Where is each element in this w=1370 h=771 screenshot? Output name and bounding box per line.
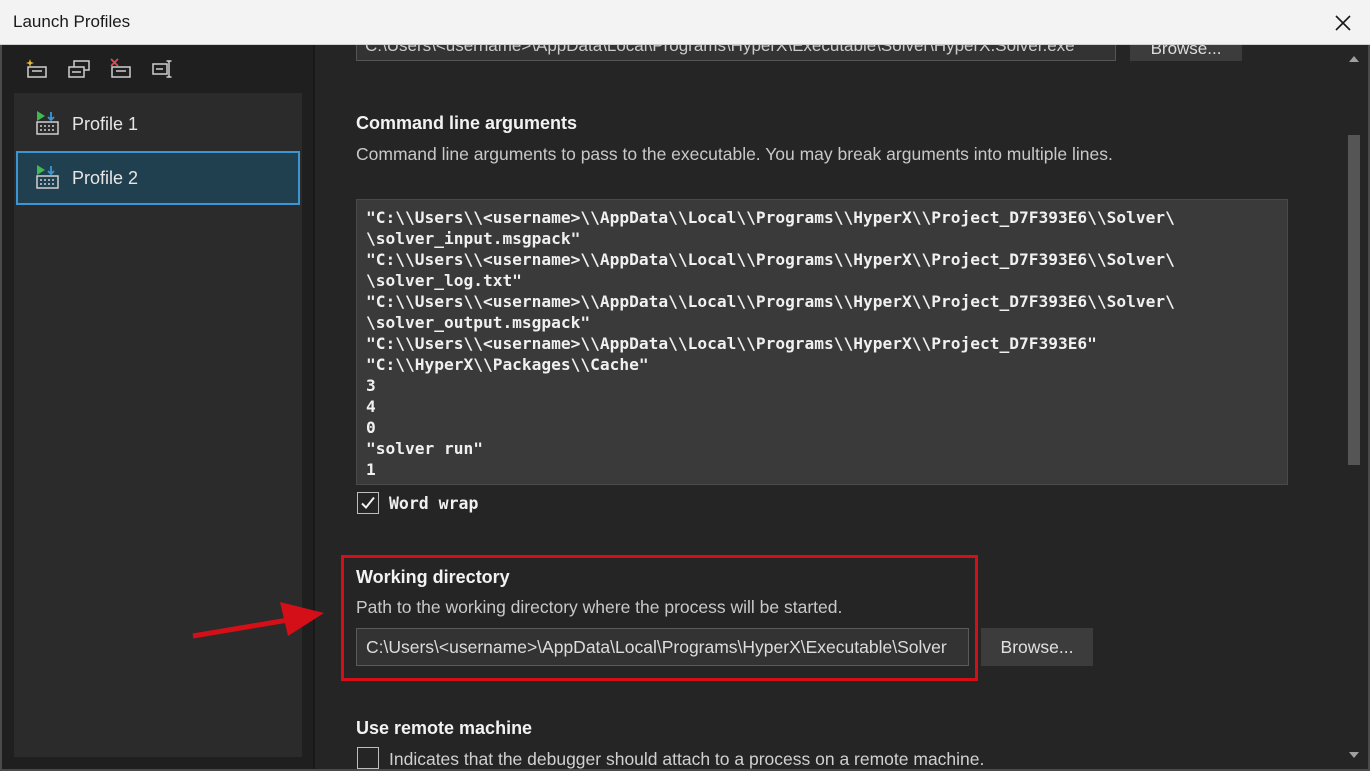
- argument-line: 4: [366, 397, 376, 416]
- rename-profile-button[interactable]: [150, 57, 176, 81]
- remote-machine-title: Use remote machine: [356, 718, 533, 738]
- remote-machine-checkbox[interactable]: [357, 747, 379, 769]
- executable-path-text: C:\Users\<username>\AppData\Local\Progra…: [365, 45, 1075, 55]
- argument-line: "solver run": [366, 439, 483, 458]
- command-line-title: Command line arguments: [356, 113, 578, 133]
- profiles-toolbar: [2, 45, 313, 93]
- close-icon: [1335, 14, 1351, 31]
- profile-icon: [36, 165, 59, 189]
- profiles-pane: Profile 1 Profile 2: [2, 45, 313, 769]
- word-wrap-checkbox[interactable]: [357, 492, 379, 514]
- profile-item-1[interactable]: Profile 1: [16, 97, 300, 151]
- profile-list: Profile 1 Profile 2: [14, 93, 302, 757]
- remote-machine-description: Indicates that the debugger should attac…: [389, 749, 985, 769]
- argument-line: \solver_input.msgpack": [366, 229, 581, 248]
- profile-settings-pane: C:\Users\<username>\AppData\Local\Progra…: [315, 45, 1340, 769]
- working-directory-description: Path to the working directory where the …: [356, 597, 843, 617]
- argument-line: \solver_output.msgpack": [366, 313, 591, 332]
- argument-line: 1: [366, 460, 376, 479]
- argument-line: 0: [366, 418, 376, 437]
- scroll-up-icon[interactable]: [1348, 53, 1360, 65]
- command-line-description: Command line arguments to pass to the ex…: [356, 144, 1113, 164]
- profile-icon: [36, 111, 59, 135]
- working-directory-browse-button[interactable]: Browse...: [981, 628, 1093, 666]
- copy-profile-button[interactable]: [66, 57, 92, 81]
- executable-browse-label: Browse...: [1150, 45, 1222, 58]
- profile-label: Profile 1: [72, 113, 139, 134]
- word-wrap-label: Word wrap: [389, 494, 479, 513]
- profile-item-2[interactable]: Profile 2: [16, 151, 300, 205]
- argument-line: "C:\\Users\\<username>\\AppData\\Local\\…: [366, 292, 1175, 311]
- argument-line: "C:\\Users\\<username>\\AppData\\Local\\…: [366, 250, 1175, 269]
- checkmark-icon: [361, 496, 375, 509]
- window-title: Launch Profiles: [13, 12, 131, 31]
- rename-profile-icon: [152, 60, 172, 78]
- executable-browse-button[interactable]: Browse...: [1130, 45, 1242, 61]
- scroll-down-icon[interactable]: [1348, 749, 1360, 761]
- new-profile-icon: [26, 59, 47, 78]
- profile-label: Profile 2: [72, 167, 139, 188]
- vertical-scrollbar[interactable]: [1340, 45, 1368, 769]
- working-directory-title: Working directory: [356, 567, 510, 587]
- title-bar: Launch Profiles: [0, 0, 1370, 45]
- argument-line: "C:\\HyperX\\Packages\\Cache": [366, 355, 649, 374]
- argument-line: "C:\\Users\\<username>\\AppData\\Local\\…: [366, 334, 1097, 353]
- argument-line: "C:\\Users\\<username>\\AppData\\Local\\…: [366, 208, 1175, 227]
- close-button[interactable]: [1316, 0, 1370, 45]
- command-line-args-textarea[interactable]: "C:\\Users\\<username>\\AppData\\Local\\…: [356, 199, 1288, 485]
- new-profile-button[interactable]: [24, 57, 50, 81]
- scroll-thumb[interactable]: [1348, 135, 1360, 465]
- argument-line: 3: [366, 376, 376, 395]
- delete-profile-button[interactable]: [108, 57, 134, 81]
- working-directory-input[interactable]: C:\Users\<username>\AppData\Local\Progra…: [356, 628, 969, 666]
- delete-profile-icon: [110, 58, 131, 78]
- argument-line: \solver_log.txt": [366, 271, 522, 290]
- executable-path-input[interactable]: C:\Users\<username>\AppData\Local\Progra…: [356, 45, 1116, 61]
- copy-profile-icon: [68, 60, 90, 78]
